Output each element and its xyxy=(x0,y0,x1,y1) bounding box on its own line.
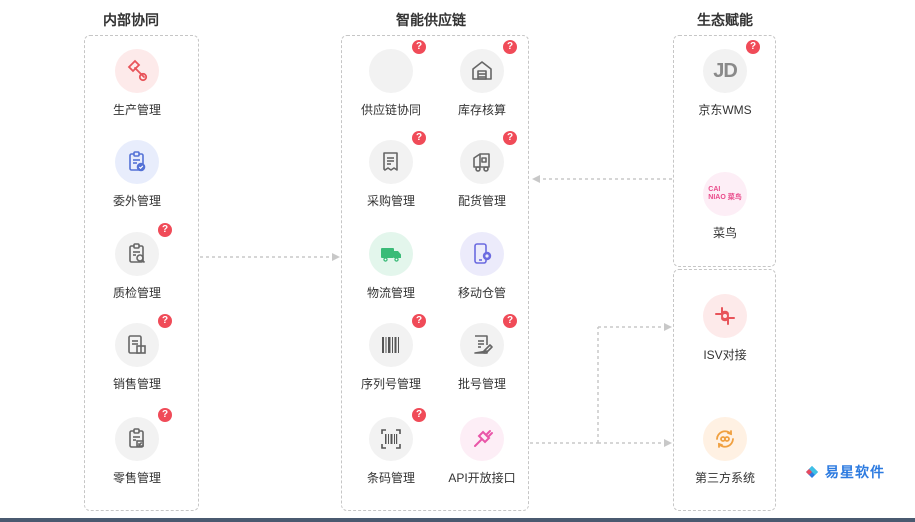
module-isv[interactable]: ISV对接 xyxy=(680,294,770,363)
module-purchase[interactable]: ? 采购管理 xyxy=(346,131,436,209)
module-label: 配货管理 xyxy=(457,194,506,208)
module-logistics[interactable]: 物流管理 xyxy=(346,232,436,301)
module-quality[interactable]: ? 质检管理 xyxy=(92,223,182,301)
module-outsourcing[interactable]: 委外管理 xyxy=(92,140,182,209)
help-badge[interactable]: ? xyxy=(412,40,426,54)
module-batch[interactable]: ? 批号管理 xyxy=(437,314,527,392)
module-label: 库存核算 xyxy=(457,103,506,117)
sync-link-icon xyxy=(703,417,747,461)
module-sales[interactable]: ? 销售管理 xyxy=(92,314,182,392)
plug-icon xyxy=(460,417,504,461)
module-label: 销售管理 xyxy=(112,377,161,391)
help-badge[interactable]: ? xyxy=(158,408,172,422)
cainiao-logo-icon: CAI NIAO 菜鸟 xyxy=(703,172,747,216)
module-label: ISV对接 xyxy=(703,348,747,362)
module-retail[interactable]: ? 零售管理 xyxy=(92,408,182,486)
help-badge[interactable]: ? xyxy=(503,314,517,328)
module-api[interactable]: API开放接口 xyxy=(437,417,527,486)
phone-gear-icon xyxy=(460,232,504,276)
help-badge[interactable]: ? xyxy=(412,314,426,328)
module-label: 第三方系统 xyxy=(694,471,755,485)
module-label: 批号管理 xyxy=(457,377,506,391)
module-label: 京东WMS xyxy=(698,103,752,117)
module-cainiao[interactable]: CAI NIAO 菜鸟 菜鸟 xyxy=(680,172,770,241)
help-badge[interactable]: ? xyxy=(503,40,517,54)
module-label: 条码管理 xyxy=(366,471,415,485)
brand-watermark: 易星软件 xyxy=(803,462,885,482)
module-label: 采购管理 xyxy=(366,194,415,208)
hammer-gear-icon xyxy=(115,49,159,93)
module-label: API开放接口 xyxy=(448,471,516,485)
edit-document-icon: ? xyxy=(460,314,517,367)
receipt-icon: ? xyxy=(369,131,426,184)
module-production[interactable]: 生产管理 xyxy=(92,49,182,118)
brand-logo-icon xyxy=(806,466,818,478)
help-badge[interactable]: ? xyxy=(503,131,517,145)
receipt-check-icon: ? xyxy=(115,408,172,461)
cainiao-logo-text: CAI NIAO 菜鸟 xyxy=(708,186,742,201)
document-box-icon: ? xyxy=(115,314,172,367)
module-third-party[interactable]: 第三方系统 xyxy=(680,417,770,486)
warehouse-icon: ? xyxy=(460,40,517,93)
delivery-icon: ? xyxy=(460,131,517,184)
connector-icon xyxy=(703,294,747,338)
help-badge[interactable]: ? xyxy=(158,223,172,237)
blank-icon: ? xyxy=(369,40,426,93)
module-label: 物流管理 xyxy=(366,286,415,300)
module-label: 质检管理 xyxy=(112,286,161,300)
jd-logo-icon: JD ? xyxy=(703,40,760,93)
module-label: 零售管理 xyxy=(112,471,161,485)
module-label: 委外管理 xyxy=(112,194,161,208)
module-barcode[interactable]: ? 条码管理 xyxy=(346,408,436,486)
module-label: 移动仓管 xyxy=(457,286,506,300)
truck-icon xyxy=(369,232,413,276)
help-badge[interactable]: ? xyxy=(412,131,426,145)
bottom-bar xyxy=(0,518,915,522)
module-label: 序列号管理 xyxy=(360,377,421,391)
module-mobile-warehouse[interactable]: 移动仓管 xyxy=(437,232,527,301)
module-jd-wms[interactable]: JD ? 京东WMS xyxy=(680,40,770,118)
module-distribution[interactable]: ? 配货管理 xyxy=(437,131,527,209)
brand-name: 易星软件 xyxy=(825,464,885,480)
module-label: 生产管理 xyxy=(112,103,161,117)
barcode-icon: ? xyxy=(369,314,426,367)
jd-logo-text: JD xyxy=(713,59,738,82)
module-label: 菜鸟 xyxy=(712,226,737,240)
scan-icon: ? xyxy=(369,408,426,461)
module-supply-collab[interactable]: ? 供应链协同 xyxy=(346,40,436,118)
clipboard-search-icon: ? xyxy=(115,223,172,276)
module-inventory[interactable]: ? 库存核算 xyxy=(437,40,527,118)
help-badge[interactable]: ? xyxy=(158,314,172,328)
module-label: 供应链协同 xyxy=(360,103,421,117)
help-badge[interactable]: ? xyxy=(746,40,760,54)
help-badge[interactable]: ? xyxy=(412,408,426,422)
clipboard-check-icon xyxy=(115,140,159,184)
module-serial[interactable]: ? 序列号管理 xyxy=(346,314,436,392)
